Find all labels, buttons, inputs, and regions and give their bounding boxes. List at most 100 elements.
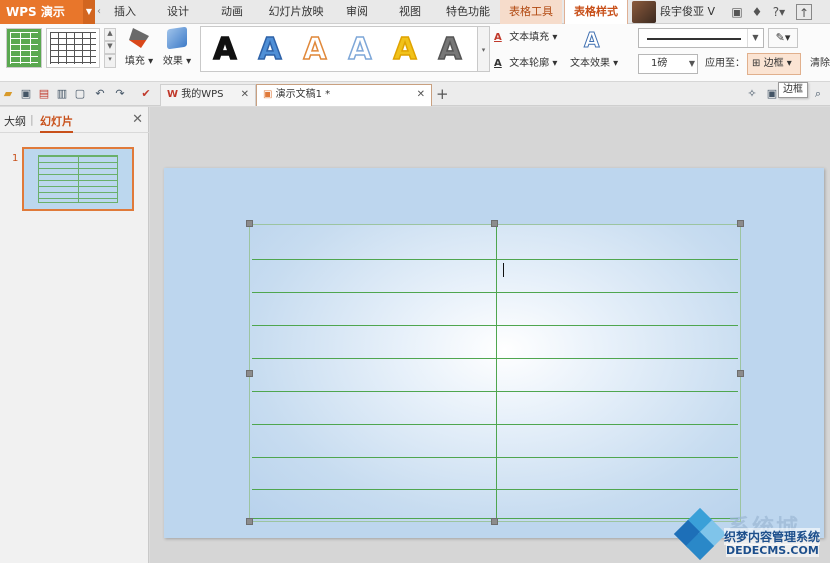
app-name: WPS 演示 [6,5,65,19]
doc-tab-mywps[interactable]: W 我的WPS ✕ [160,84,256,106]
print-preview-icon[interactable]: ▢ [72,86,88,102]
table-row-border [252,259,738,260]
table-row-border [252,325,738,326]
chevron-down-icon[interactable]: ▼ [689,55,695,73]
table[interactable] [249,224,741,522]
chevron-down-icon[interactable]: ▼ [83,0,95,24]
tab-slides[interactable]: 幻灯片 [40,113,73,133]
search-icon[interactable]: ⌕ [810,86,826,102]
shirt-icon[interactable]: ♦ [750,4,764,20]
table-row-border [252,489,738,490]
tab-table-style[interactable]: 表格样式 [564,0,628,24]
skin-icon[interactable]: ▣ [730,4,744,20]
doc-tab-label: 我的WPS [181,89,224,100]
resize-handle-bottom[interactable] [491,518,498,525]
resize-handle-top-left[interactable] [246,220,253,227]
clear-button[interactable]: 清除 [810,54,830,74]
apply-to-label: 应用至： [705,58,745,69]
resize-handle-right[interactable] [737,370,744,377]
text-outline-button[interactable]: A 文本轮廓 ▾ [494,54,557,69]
doc-tab-presentation[interactable]: ▣ 演示文稿1 * ✕ [256,84,432,106]
effect-button[interactable]: 效果 ▾ [158,26,196,74]
line-weight-select[interactable]: 1磅 ▼ [638,54,698,74]
pdf-icon[interactable]: ▤ [36,86,52,102]
save-icon[interactable]: ▣ [18,86,34,102]
tab-design[interactable]: 设计 [158,0,198,24]
wordart-style-3[interactable]: A [297,30,333,70]
tab-animation[interactable]: 动画 [212,0,252,24]
quick-access-bar: ▰ ▣ ▤ ▥ ▢ ↶ ↷ ✔ W 我的WPS ✕ ▣ 演示文稿1 * ✕ + … [0,82,830,106]
tab-table-tools[interactable]: 表格工具 [500,0,562,24]
print-icon[interactable]: ▥ [54,86,70,102]
text-fill-button[interactable]: A 文本填充 ▾ [494,28,557,43]
wordart-style-1[interactable]: A [207,30,243,70]
table-style-plain[interactable] [46,28,100,68]
resize-handle-left[interactable] [246,370,253,377]
table-column-border [496,227,497,519]
tools-icon[interactable]: ✧ [744,86,760,102]
customize-icon[interactable]: ✔ [138,86,154,102]
user-name[interactable]: 段宇俊亚 V [660,0,715,24]
ribbon-tab-bar: WPS 演示 ▼ ‹ 插入 设计 动画 幻灯片放映 审阅 视图 特色功能 表格工… [0,0,830,24]
wordart-more-icon[interactable]: ▾ [478,26,490,72]
slide-number: 1 [12,153,19,164]
new-tab-icon[interactable]: + [436,85,449,103]
table-style-green[interactable] [6,28,42,68]
line-weight-value: 1磅 [651,58,668,69]
cube-icon [167,26,187,50]
styles-scroll-up-icon[interactable]: ▲ [104,28,116,41]
tab-features[interactable]: 特色功能 [440,0,496,24]
wordart-style-5[interactable]: A [387,30,423,70]
grid-pattern [50,32,96,64]
border-label: 边框 [763,58,784,69]
slide-thumbnail[interactable] [22,147,134,211]
border-icon: ⊞ [752,58,761,69]
text-outline-label: 文本轮廓 [509,58,550,69]
text-fill-icon: A [494,32,502,43]
undo-icon[interactable]: ↶ [92,86,108,102]
wordart-style-6[interactable]: A [432,30,468,70]
app-menu-button[interactable]: WPS 演示 ▼ [0,0,95,24]
tab-view[interactable]: 视图 [390,0,430,24]
tab-insert[interactable]: 插入 [108,0,142,24]
text-effect-button[interactable]: 文本效果 ▾ [570,54,618,69]
text-outline-icon: A [494,58,502,69]
text-effect-icon[interactable]: A [583,28,600,53]
close-icon[interactable]: ✕ [241,85,249,105]
open-folder-icon[interactable]: ▰ [0,86,16,102]
close-icon[interactable]: ✕ [132,112,143,127]
user-avatar[interactable] [632,1,656,23]
paint-bucket-icon [129,28,149,48]
wordart-style-4[interactable]: A [342,30,378,70]
fill-label: 填充 [124,56,145,67]
tab-outline[interactable]: 大纲 [4,113,26,129]
line-preview [647,38,741,40]
chevron-down-icon[interactable]: ▼ [747,29,763,47]
watermark-logo-icon [673,507,727,561]
tab-slideshow[interactable]: 幻灯片放映 [262,0,330,24]
slides-panel: 大纲 | 幻灯片 ✕ 1 [0,107,149,563]
help-glyph: ? [772,5,780,19]
wordart-style-2[interactable]: A [252,30,288,70]
table-row-border [252,391,738,392]
help-icon[interactable]: ?▾ [770,4,788,20]
styles-scroll-down-icon[interactable]: ▼ [104,41,116,54]
close-icon[interactable]: ✕ [417,85,425,105]
fill-button[interactable]: 填充 ▾ [120,26,158,74]
tab-review[interactable]: 审阅 [338,0,376,24]
watermark-domain: DEDECMS.COM [726,544,819,557]
pen-color-button[interactable]: ✎▾ [768,28,798,48]
styles-more-icon[interactable]: ▾ [104,54,116,68]
table-row-border [252,292,738,293]
tab-scroll-left-icon[interactable]: ‹ [97,4,105,20]
redo-icon[interactable]: ↷ [112,86,128,102]
resize-handle-top[interactable] [491,220,498,227]
text-effect-label: 文本效果 [570,58,610,69]
minimize-ribbon-icon[interactable]: ↑ [796,4,812,20]
resize-handle-bottom-left[interactable] [246,518,253,525]
resize-handle-top-right[interactable] [737,220,744,227]
line-style-select[interactable]: ▼ [638,28,764,48]
slide[interactable] [164,168,824,538]
table-row-border [252,457,738,458]
border-button[interactable]: ⊞ 边框 ▾ [747,53,801,75]
